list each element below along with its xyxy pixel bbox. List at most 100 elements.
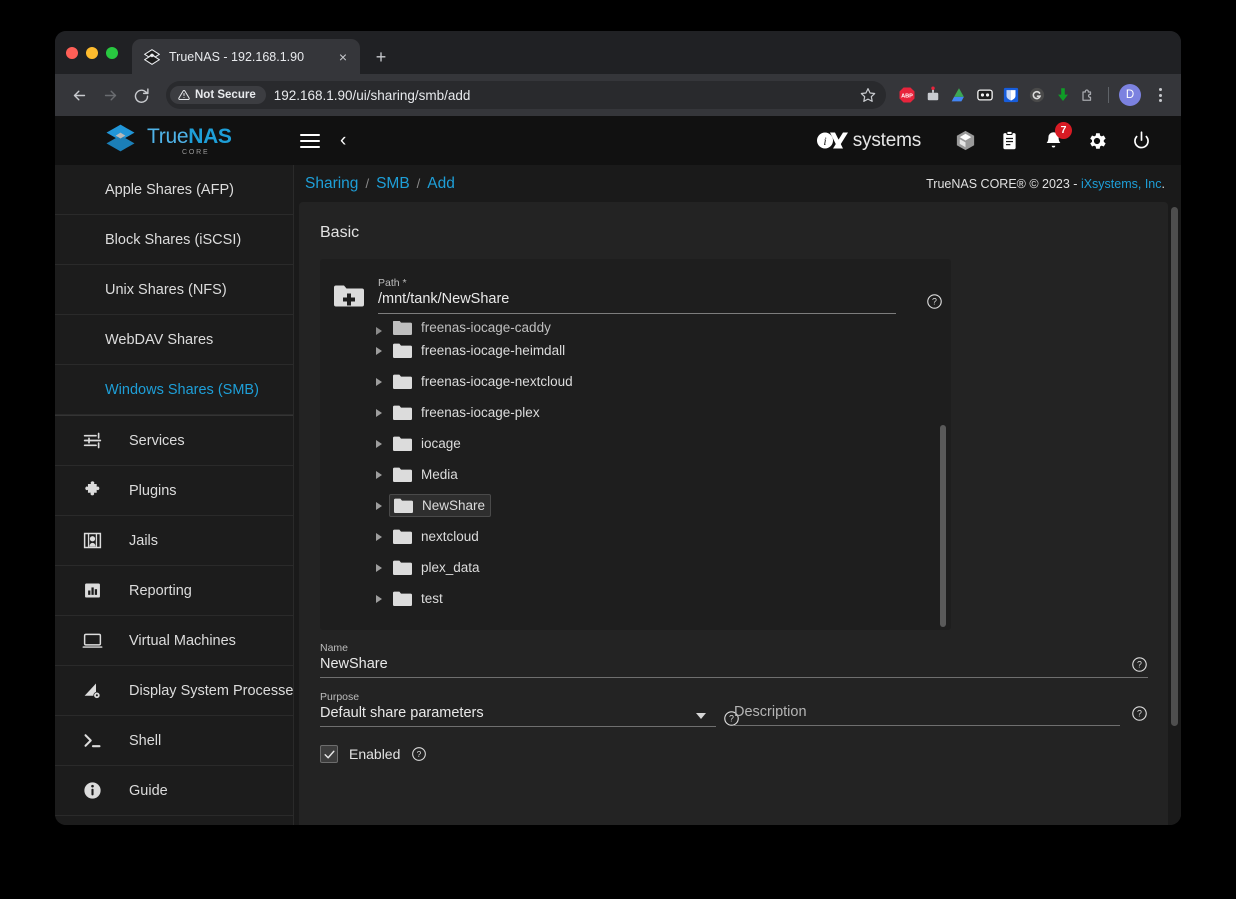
- tree-row[interactable]: iocage: [320, 428, 951, 459]
- app-body: Apple Shares (AFP) Block Shares (iSCSI) …: [55, 165, 1181, 825]
- jail-icon: [81, 530, 103, 552]
- browser-menu-button[interactable]: [1149, 88, 1171, 102]
- bitwarden-icon[interactable]: [1002, 86, 1020, 104]
- checkmark-icon: [323, 750, 335, 758]
- tree-scrollbar[interactable]: [940, 325, 946, 627]
- expand-arrow-icon[interactable]: [376, 501, 382, 510]
- minimize-window-button[interactable]: [86, 46, 98, 59]
- expand-arrow-icon[interactable]: [376, 594, 382, 603]
- bar-chart-icon: [81, 580, 103, 602]
- folder-icon: [393, 560, 412, 575]
- expand-arrow-icon[interactable]: [376, 470, 382, 479]
- close-window-button[interactable]: [66, 46, 78, 59]
- name-underline: [320, 677, 1148, 678]
- sidebar-item-virtual-machines[interactable]: Virtual Machines: [55, 616, 293, 666]
- grammarly-icon[interactable]: [1028, 86, 1046, 104]
- chevron-down-icon[interactable]: [696, 713, 706, 719]
- main-scrollbar-thumb[interactable]: [1171, 207, 1178, 727]
- breadcrumb-add[interactable]: Add: [427, 175, 455, 193]
- close-tab-button[interactable]: ×: [334, 48, 352, 66]
- cube-icon[interactable]: [953, 129, 977, 153]
- description-field[interactable]: Description ?: [716, 691, 1148, 726]
- sidebar-item-shell[interactable]: Shell: [55, 716, 293, 766]
- browser-tab[interactable]: TrueNAS - 192.168.1.90 ×: [132, 39, 360, 74]
- back-button[interactable]: [65, 81, 94, 110]
- lastpass-icon[interactable]: [976, 86, 994, 104]
- section-title-basic: Basic: [320, 224, 360, 241]
- directory-tree: freenas-iocage-caddy freenas-iocage-heim…: [320, 319, 951, 630]
- ixsystems-link[interactable]: iXsystems, Inc: [1081, 177, 1162, 191]
- expand-arrow-icon[interactable]: [376, 408, 382, 417]
- expand-arrow-icon[interactable]: [376, 532, 382, 541]
- breadcrumb-smb[interactable]: SMB: [376, 175, 410, 193]
- sidebar-item-webdav-shares[interactable]: WebDAV Shares: [55, 315, 293, 365]
- address-bar[interactable]: Not Secure 192.168.1.90/ui/sharing/smb/a…: [166, 81, 886, 109]
- idm-download-icon[interactable]: [1054, 86, 1072, 104]
- sidebar-item-windows-shares[interactable]: Windows Shares (SMB): [55, 365, 293, 415]
- bell-icon[interactable]: 7: [1041, 121, 1072, 153]
- tree-row[interactable]: Media: [320, 459, 951, 490]
- extensions-puzzle-icon[interactable]: [1080, 86, 1098, 104]
- reload-button[interactable]: [127, 81, 156, 110]
- profile-avatar[interactable]: D: [1119, 84, 1141, 106]
- new-tab-button[interactable]: +: [367, 43, 395, 71]
- sidebar-item-services[interactable]: Services: [55, 416, 293, 466]
- truenas-logo[interactable]: TrueNAS CORE: [55, 116, 294, 165]
- tree-scrollbar-thumb[interactable]: [940, 424, 946, 627]
- enabled-checkbox[interactable]: [320, 745, 338, 763]
- power-icon[interactable]: [1129, 129, 1153, 153]
- tree-row-selected[interactable]: NewShare: [320, 490, 951, 521]
- truenas-favicon-icon: [143, 48, 161, 65]
- path-help-icon[interactable]: ?: [926, 293, 943, 310]
- sidebar-item-plugins[interactable]: Plugins: [55, 466, 293, 516]
- sidebar-item-reporting[interactable]: Reporting: [55, 566, 293, 616]
- purpose-select[interactable]: Purpose Default share parameters ?: [320, 691, 739, 727]
- description-help-icon[interactable]: ?: [1131, 705, 1148, 722]
- tree-row[interactable]: plex_data: [320, 552, 951, 583]
- sidebar-item-label: Shell: [129, 732, 162, 749]
- tree-row[interactable]: freenas-iocage-heimdall: [320, 335, 951, 366]
- sidebar-item-apple-shares[interactable]: Apple Shares (AFP): [55, 165, 293, 215]
- folder-icon: [394, 498, 413, 513]
- header-actions: i systems 7: [816, 121, 1181, 153]
- bookmark-star-icon[interactable]: [856, 83, 880, 107]
- notification-badge: 7: [1055, 121, 1072, 139]
- tree-row[interactable]: nextcloud: [320, 521, 951, 552]
- expand-arrow-icon[interactable]: [376, 563, 382, 572]
- tree-row[interactable]: test: [320, 583, 951, 614]
- gear-icon[interactable]: [1085, 129, 1109, 153]
- tree-row[interactable]: freenas-iocage-plex: [320, 397, 951, 428]
- sidebar-item-jails[interactable]: Jails: [55, 516, 293, 566]
- sidebar-item-guide[interactable]: Guide: [55, 766, 293, 816]
- extension-icons: ABP D: [896, 84, 1171, 106]
- hamburger-icon[interactable]: [300, 133, 320, 148]
- expand-arrow-icon[interactable]: [376, 439, 382, 448]
- expand-arrow-icon[interactable]: [376, 327, 382, 335]
- brand-core: CORE: [182, 148, 210, 156]
- enabled-help-icon[interactable]: ?: [411, 746, 427, 762]
- breadcrumb-separator: /: [416, 176, 421, 191]
- not-secure-badge[interactable]: Not Secure: [170, 86, 266, 104]
- sidebar-item-label: Reporting: [129, 582, 192, 599]
- path-field[interactable]: Path * /mnt/tank/NewShare ?: [378, 273, 951, 314]
- name-help-icon[interactable]: ?: [1131, 656, 1148, 673]
- wappalyzer-icon[interactable]: [924, 86, 942, 104]
- clipboard-icon[interactable]: [997, 129, 1021, 153]
- sidebar-item-unix-shares[interactable]: Unix Shares (NFS): [55, 265, 293, 315]
- expand-arrow-icon[interactable]: [376, 346, 382, 355]
- name-field[interactable]: Name NewShare ?: [320, 642, 1148, 678]
- forward-button[interactable]: [96, 81, 125, 110]
- folder-icon: [393, 436, 412, 451]
- folder-add-icon[interactable]: [332, 281, 366, 311]
- google-drive-icon[interactable]: [950, 86, 968, 104]
- sidebar-item-display-system-processes[interactable]: Display System Processes: [55, 666, 293, 716]
- tree-row[interactable]: freenas-iocage-caddy: [320, 321, 951, 335]
- main-scrollbar[interactable]: [1171, 207, 1178, 825]
- back-chevron-icon[interactable]: ‹: [340, 131, 346, 150]
- expand-arrow-icon[interactable]: [376, 377, 382, 386]
- breadcrumb-sharing[interactable]: Sharing: [305, 175, 358, 193]
- adblock-plus-icon[interactable]: ABP: [898, 86, 916, 104]
- tree-row[interactable]: freenas-iocage-nextcloud: [320, 366, 951, 397]
- sidebar-item-block-shares[interactable]: Block Shares (iSCSI): [55, 215, 293, 265]
- maximize-window-button[interactable]: [106, 46, 118, 59]
